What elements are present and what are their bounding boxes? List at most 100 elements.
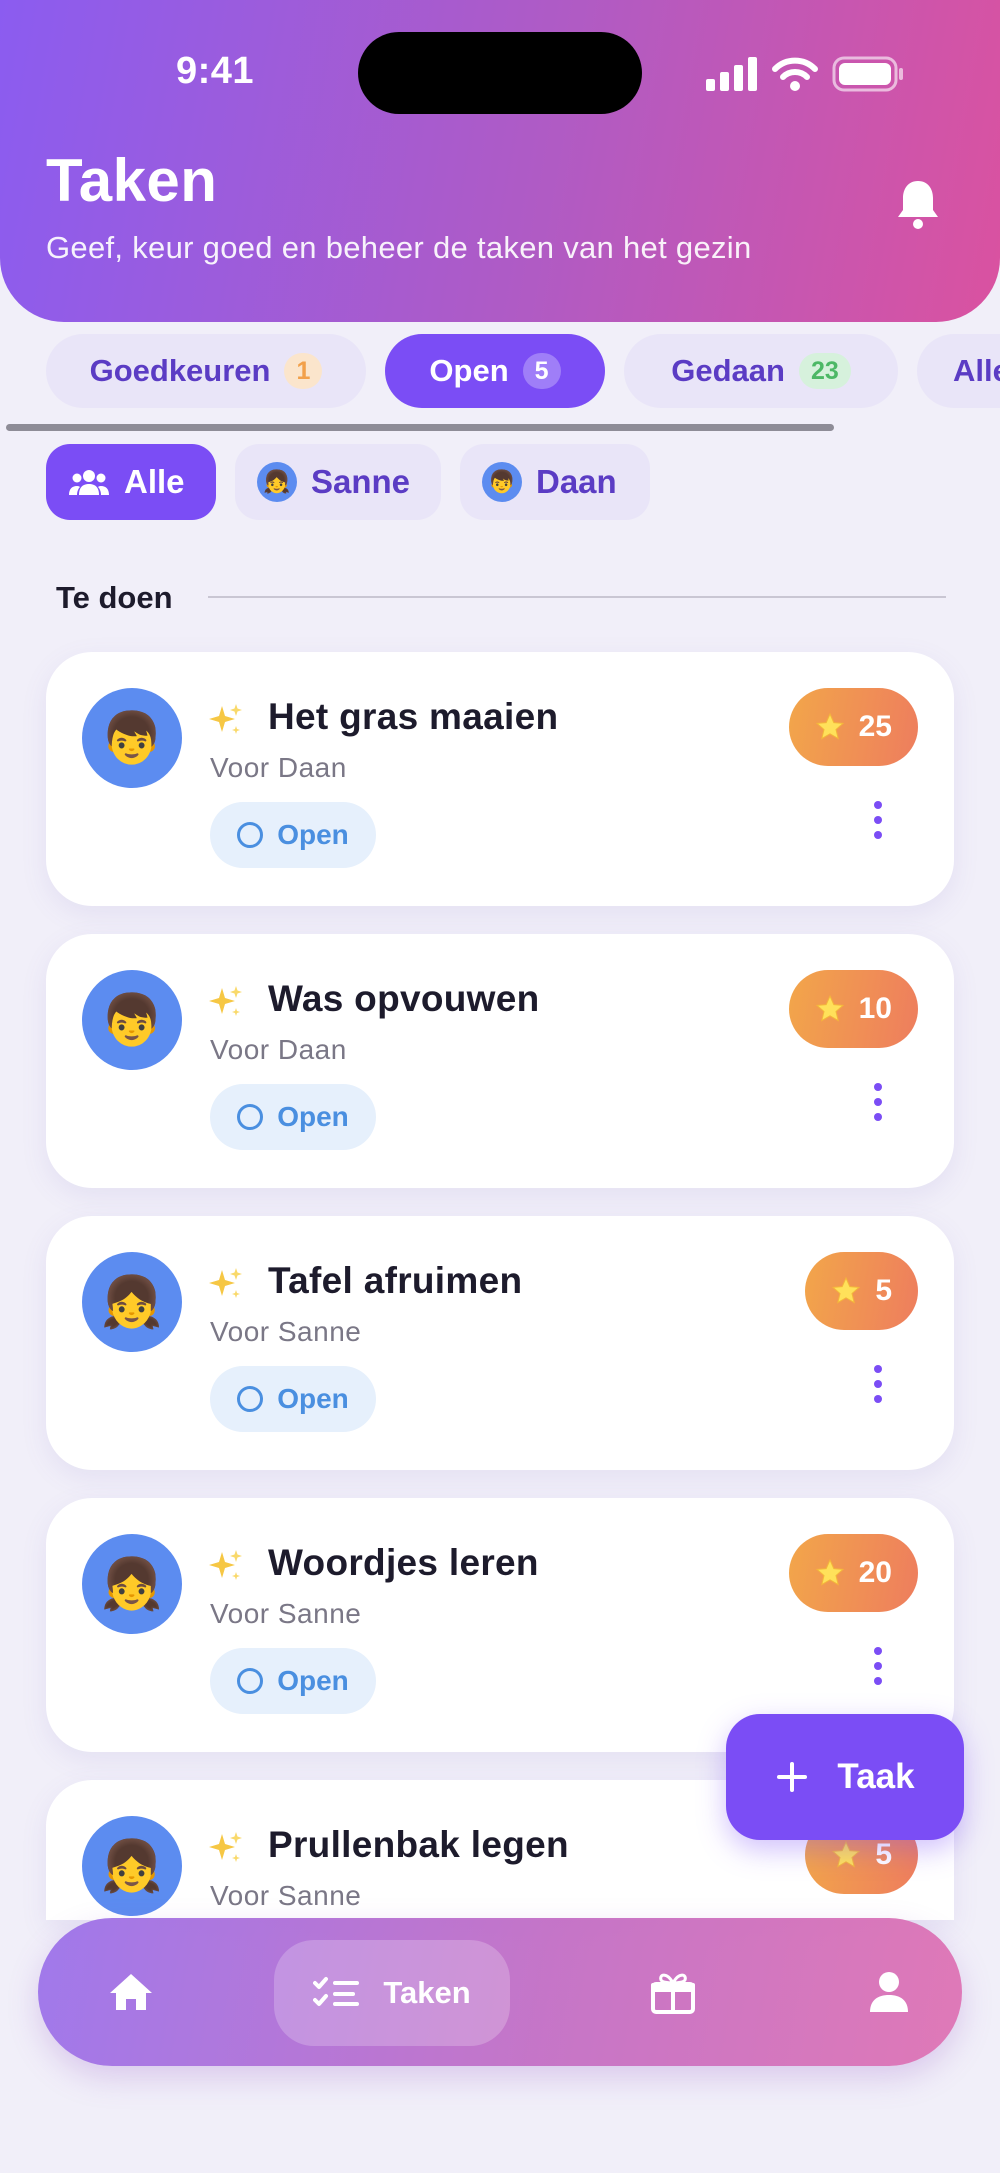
status-badge: Open: [210, 802, 376, 868]
more-options-icon[interactable]: [872, 1364, 884, 1404]
star-icon: [815, 994, 844, 1022]
status-badge: Open: [210, 1366, 376, 1432]
tab-label: Open: [429, 353, 509, 388]
notification-bell-icon[interactable]: [895, 178, 941, 230]
task-assignee: Voor Sanne: [210, 1880, 362, 1911]
circle-icon: [237, 1386, 264, 1412]
star-icon: [832, 1276, 861, 1304]
tab-count-badge: 1: [284, 353, 323, 389]
points-value: 5: [875, 1274, 892, 1307]
filter-chip-daan[interactable]: 👦 Daan: [460, 444, 650, 520]
tab-count-badge: 23: [798, 353, 851, 389]
sparkle-icon: [209, 704, 242, 734]
bottom-navigation: Taken: [38, 1918, 962, 2066]
points-badge: 25: [788, 688, 918, 766]
nav-profile[interactable]: [832, 1918, 946, 2066]
task-assignee: Voor Sanne: [210, 1598, 362, 1629]
task-card[interactable]: 👧 Tafel afruimen Voor Sanne Open 5: [46, 1216, 954, 1470]
status-bar-time: 9:41: [175, 50, 255, 92]
status-tabs: Goedkeuren 1 Open 5 Gedaan 23 Alle: [46, 334, 1000, 408]
more-options-icon[interactable]: [872, 800, 884, 840]
nav-home[interactable]: [74, 1918, 188, 2066]
sparkle-icon: [209, 1832, 242, 1862]
boy-emoji: 👦: [488, 469, 516, 494]
task-title: Woordjes leren: [268, 1542, 539, 1583]
points-badge: 20: [788, 1534, 918, 1612]
points-value: 25: [858, 710, 892, 743]
more-options-icon[interactable]: [872, 1082, 884, 1122]
more-options-icon[interactable]: [872, 1646, 884, 1686]
circle-icon: [237, 1104, 264, 1130]
tab-label: Goedkeuren: [89, 353, 271, 388]
nav-rewards[interactable]: [616, 1918, 730, 2066]
points-badge: 5: [805, 1252, 918, 1330]
avatar: 👧: [82, 1534, 182, 1634]
add-task-label: Taak: [837, 1757, 915, 1796]
filter-chip-label: Daan: [536, 463, 617, 500]
add-task-button[interactable]: Taak: [726, 1714, 964, 1840]
plus-icon: [777, 1762, 808, 1792]
task-assignee: Voor Sanne: [210, 1316, 362, 1347]
page-subtitle: Geef, keur goed en beheer de taken van h…: [46, 230, 752, 265]
tab-open[interactable]: Open 5: [385, 334, 605, 408]
child-emoji: 👦: [100, 991, 164, 1048]
filter-chip-sanne[interactable]: 👧 Sanne: [235, 444, 441, 520]
sparkle-icon: [209, 1268, 242, 1298]
avatar: 👧: [82, 1816, 182, 1916]
points-value: 5: [875, 1838, 892, 1871]
task-title: Prullenbak legen: [268, 1824, 569, 1865]
status-label: Open: [277, 1101, 349, 1132]
task-title: Was opvouwen: [268, 978, 540, 1019]
tabs-scrollbar[interactable]: [6, 424, 834, 431]
child-emoji: 👧: [100, 1837, 164, 1894]
girl-emoji: 👧: [263, 469, 291, 494]
task-card[interactable]: 👦 Was opvouwen Voor Daan Open 10: [46, 934, 954, 1188]
child-emoji: 👧: [100, 1555, 164, 1612]
tasks-icon: [313, 1977, 360, 2006]
star-icon: [815, 1558, 844, 1586]
avatar: 👦: [82, 970, 182, 1070]
tab-label: Gedaan: [671, 353, 785, 388]
group-icon: [69, 470, 109, 495]
tab-label: Alle: [953, 353, 1000, 388]
status-badge: Open: [210, 1648, 376, 1714]
avatar: 👧: [82, 1252, 182, 1352]
tab-gedaan[interactable]: Gedaan 23: [624, 334, 898, 408]
status-bar-icons: [706, 54, 904, 94]
task-assignee: Voor Daan: [210, 752, 347, 783]
circle-icon: [237, 1668, 264, 1694]
points-badge: 10: [788, 970, 918, 1048]
sparkle-icon: [209, 986, 242, 1016]
cellular-signal-icon: [706, 57, 757, 91]
avatar: 👦: [482, 462, 522, 502]
star-icon: [832, 1840, 861, 1868]
tab-count-badge: 5: [522, 353, 561, 389]
app-header: 9:41 Taken Geef, keur goed en beheer de …: [0, 0, 1000, 322]
section-divider: [208, 596, 946, 598]
tab-goedkeuren[interactable]: Goedkeuren 1: [46, 334, 366, 408]
profile-icon: [870, 1972, 908, 2012]
battery-icon: [832, 56, 903, 92]
circle-icon: [237, 822, 264, 848]
dynamic-island: [358, 32, 642, 114]
task-assignee: Voor Daan: [210, 1034, 347, 1065]
nav-tasks-label: Taken: [383, 1975, 471, 2010]
filter-chip-label: Sanne: [311, 463, 411, 500]
sparkle-icon: [209, 1550, 242, 1580]
page-title: Taken: [46, 147, 218, 214]
status-badge: Open: [210, 1084, 376, 1150]
task-title: Tafel afruimen: [268, 1260, 523, 1301]
points-value: 10: [858, 992, 892, 1025]
filter-chip-label: Alle: [124, 463, 185, 500]
status-label: Open: [277, 1383, 349, 1414]
nav-tasks[interactable]: Taken: [274, 1940, 510, 2046]
avatar: 👧: [257, 462, 297, 502]
star-icon: [815, 712, 844, 740]
task-card[interactable]: 👦 Het gras maaien Voor Daan Open 25: [46, 652, 954, 906]
status-label: Open: [277, 819, 349, 850]
filter-chip-alle[interactable]: Alle: [46, 444, 216, 520]
home-icon: [110, 1974, 152, 2010]
tab-alle[interactable]: Alle: [917, 334, 1000, 408]
status-label: Open: [277, 1665, 349, 1696]
child-emoji: 👧: [100, 1273, 164, 1330]
